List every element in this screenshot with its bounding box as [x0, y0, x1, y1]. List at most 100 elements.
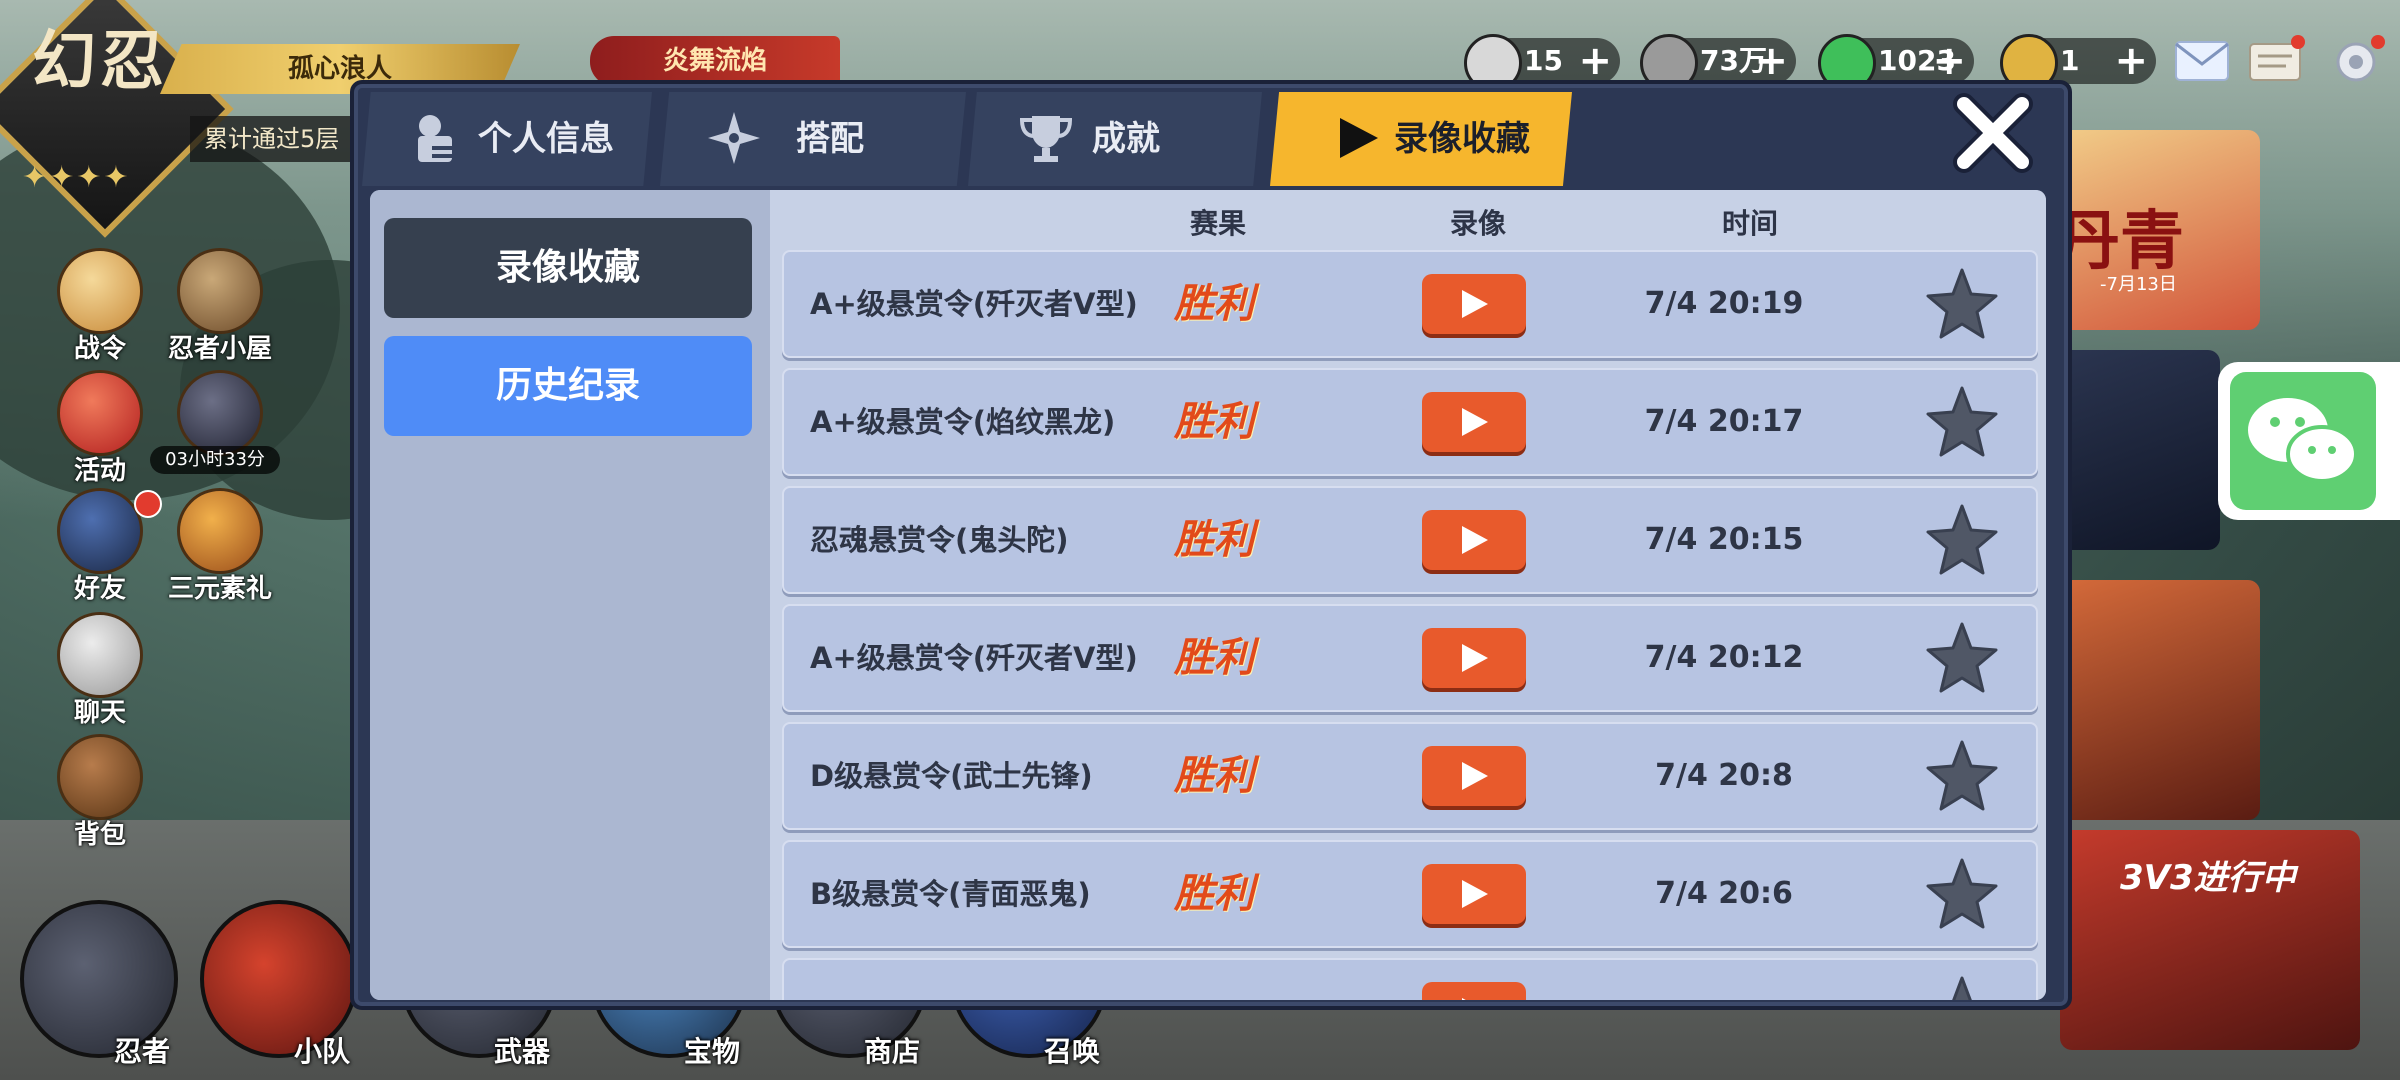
tab-profile[interactable]: 个人信息	[362, 92, 652, 186]
replay-time: 7/4 20:15	[1644, 522, 1804, 557]
menu-label: 聊天	[73, 698, 126, 728]
resource-token[interactable]: 1 +	[2000, 34, 2156, 92]
banner-title: 丹青	[2056, 204, 2184, 279]
add-energy-button[interactable]: +	[1578, 38, 1612, 84]
favorite-star-icon[interactable]	[1924, 620, 2000, 696]
favorite-star-icon[interactable]	[1924, 266, 2000, 342]
result-text: 胜利	[1174, 398, 1254, 445]
table-row: A+级悬赏令(歼灭者V型) 胜利 7/4 20:12	[782, 604, 2038, 712]
trophy-icon	[1019, 116, 1073, 162]
add-jade-button[interactable]: +	[1932, 38, 1966, 84]
bottom-team[interactable]: 小队	[200, 890, 358, 1080]
bounty-title: A+级悬赏令(歼灭者V型)	[810, 287, 1138, 321]
menu-backpack[interactable]: 背包	[40, 734, 160, 851]
bottom-label: 忍者	[113, 1035, 170, 1068]
play-replay-button[interactable]	[1422, 628, 1526, 688]
bounty-title: B级悬赏令(青面恶鬼)	[810, 877, 1091, 911]
banner-date: -7月13日	[2100, 274, 2177, 295]
column-header-time: 时间	[1722, 207, 1779, 240]
menu-chat[interactable]: 聊天	[40, 612, 160, 729]
replay-panel: 录像收藏 历史纪录 赛果 录像 时间 A+级悬赏令(歼灭者V型) 胜利 7/4 …	[370, 190, 2046, 1000]
play-replay-button[interactable]	[1422, 746, 1526, 806]
play-replay-button[interactable]	[1422, 392, 1526, 452]
play-replay-button[interactable]	[1422, 864, 1526, 924]
resource-jade[interactable]: 1023 +	[1818, 34, 1974, 92]
bottom-label: 商店	[863, 1035, 920, 1068]
backpack-icon	[57, 734, 143, 820]
result-text: 胜利	[1174, 870, 1254, 917]
resource-value: 15	[1524, 44, 1563, 77]
history-button[interactable]: 历史纪录	[384, 336, 752, 436]
result-text: 胜利	[1174, 752, 1254, 799]
play-replay-button[interactable]	[1422, 510, 1526, 570]
favorite-star-icon[interactable]	[1924, 738, 2000, 814]
menu-battle-pass[interactable]: 战令	[40, 248, 160, 365]
replay-time: 7/4 20:17	[1644, 404, 1804, 439]
column-header-replay: 录像	[1450, 207, 1507, 240]
replay-favorites-button[interactable]: 录像收藏	[384, 218, 752, 318]
favorite-star-icon[interactable]	[1924, 856, 2000, 932]
play-replay-button[interactable]	[1422, 274, 1526, 334]
tab-label: 搭配	[796, 119, 864, 159]
play-icon	[1462, 290, 1488, 318]
tab-label: 录像收藏	[1394, 119, 1530, 159]
dragon-banner[interactable]	[2060, 350, 2220, 550]
menu-label: 活动	[73, 456, 126, 486]
table-row: B级悬赏令(青面恶鬼) 胜利 7/4 20:6	[782, 840, 2038, 948]
play-icon	[1462, 526, 1488, 554]
event-banner-danqing[interactable]: 丹青 -7月13日	[2040, 130, 2260, 330]
announcement-icon[interactable]	[2246, 34, 2306, 88]
ninja-friend-icon	[57, 488, 143, 574]
table-row: 忍魂悬赏令(鬼头陀) 胜利 7/4 20:15	[782, 486, 2038, 594]
add-token-button[interactable]: +	[2114, 38, 2148, 84]
game-logo-text: 幻忍	[32, 25, 168, 99]
rank-stars-icon: ✦✦✦✦	[22, 160, 131, 195]
favorite-star-icon[interactable]	[1924, 502, 2000, 578]
close-icon[interactable]	[1948, 88, 2038, 178]
bottom-label: 武器	[493, 1035, 550, 1068]
menu-elements-gift[interactable]: 三元素礼	[160, 488, 280, 605]
replay-list[interactable]: 赛果 录像 时间 A+级悬赏令(歼灭者V型) 胜利 7/4 20:19 A+级悬…	[770, 190, 2046, 1000]
tab-label: 个人信息	[478, 119, 614, 159]
play-icon	[1462, 644, 1488, 672]
tab-label: 成就	[1092, 119, 1160, 159]
table-row: A+级悬赏令(焰纹黑龙) 胜利 7/4 20:17	[782, 368, 2038, 476]
bottom-ninja[interactable]: 忍者	[20, 890, 178, 1080]
chat-bubble-icon	[57, 612, 143, 698]
mail-icon[interactable]	[2172, 34, 2232, 88]
bounty-title: D级悬赏令(武士先锋)	[810, 759, 1093, 793]
menu-ninja-house[interactable]: 忍者小屋	[160, 248, 280, 365]
replay-time: 7/4 20:8	[1655, 758, 1793, 793]
settings-gear-icon[interactable]	[2326, 34, 2386, 88]
profile-icon	[418, 115, 454, 162]
favorite-star-icon[interactable]	[1924, 974, 2000, 1000]
pvp-3v3-banner[interactable]: 3V3进行中	[2060, 830, 2360, 1050]
bottom-label: 宝物	[683, 1035, 740, 1068]
resource-coins[interactable]: 73万 +	[1640, 34, 1796, 92]
play-icon	[1462, 880, 1488, 908]
tab-achievements[interactable]: 成就	[968, 92, 1262, 186]
wechat-share-button[interactable]	[2218, 362, 2400, 520]
favorite-star-icon[interactable]	[1924, 384, 2000, 460]
result-text: 胜利	[1174, 280, 1254, 327]
play-replay-button[interactable]	[1422, 982, 1526, 1000]
temple-banner[interactable]	[2060, 580, 2260, 820]
result-text: 胜利	[1174, 634, 1254, 681]
tab-replay-favorites[interactable]: 录像收藏	[1270, 92, 1572, 186]
tab-loadout[interactable]: 搭配	[660, 92, 966, 186]
resource-value: 1	[2060, 44, 2080, 77]
resource-energy[interactable]: 15 +	[1464, 34, 1620, 92]
menu-dragon-event[interactable]	[160, 370, 280, 456]
menu-label: 三元素礼	[167, 574, 272, 604]
result-text: 胜利	[1174, 516, 1254, 563]
event-tag[interactable]: 炎舞流焰	[590, 36, 840, 86]
bottom-label: 小队	[293, 1035, 350, 1068]
bounty-title: A+级悬赏令(歼灭者V型)	[810, 641, 1138, 675]
bounty-title: 忍魂悬赏令(鬼头陀)	[810, 523, 1069, 557]
add-coins-button[interactable]: +	[1754, 38, 1788, 84]
replay-time: 7/4 20:6	[1655, 876, 1793, 911]
menu-activity[interactable]: 活动	[40, 370, 160, 487]
play-icon	[1340, 118, 1378, 158]
play-icon	[1462, 998, 1466, 1000]
menu-label: 战令	[73, 334, 126, 364]
